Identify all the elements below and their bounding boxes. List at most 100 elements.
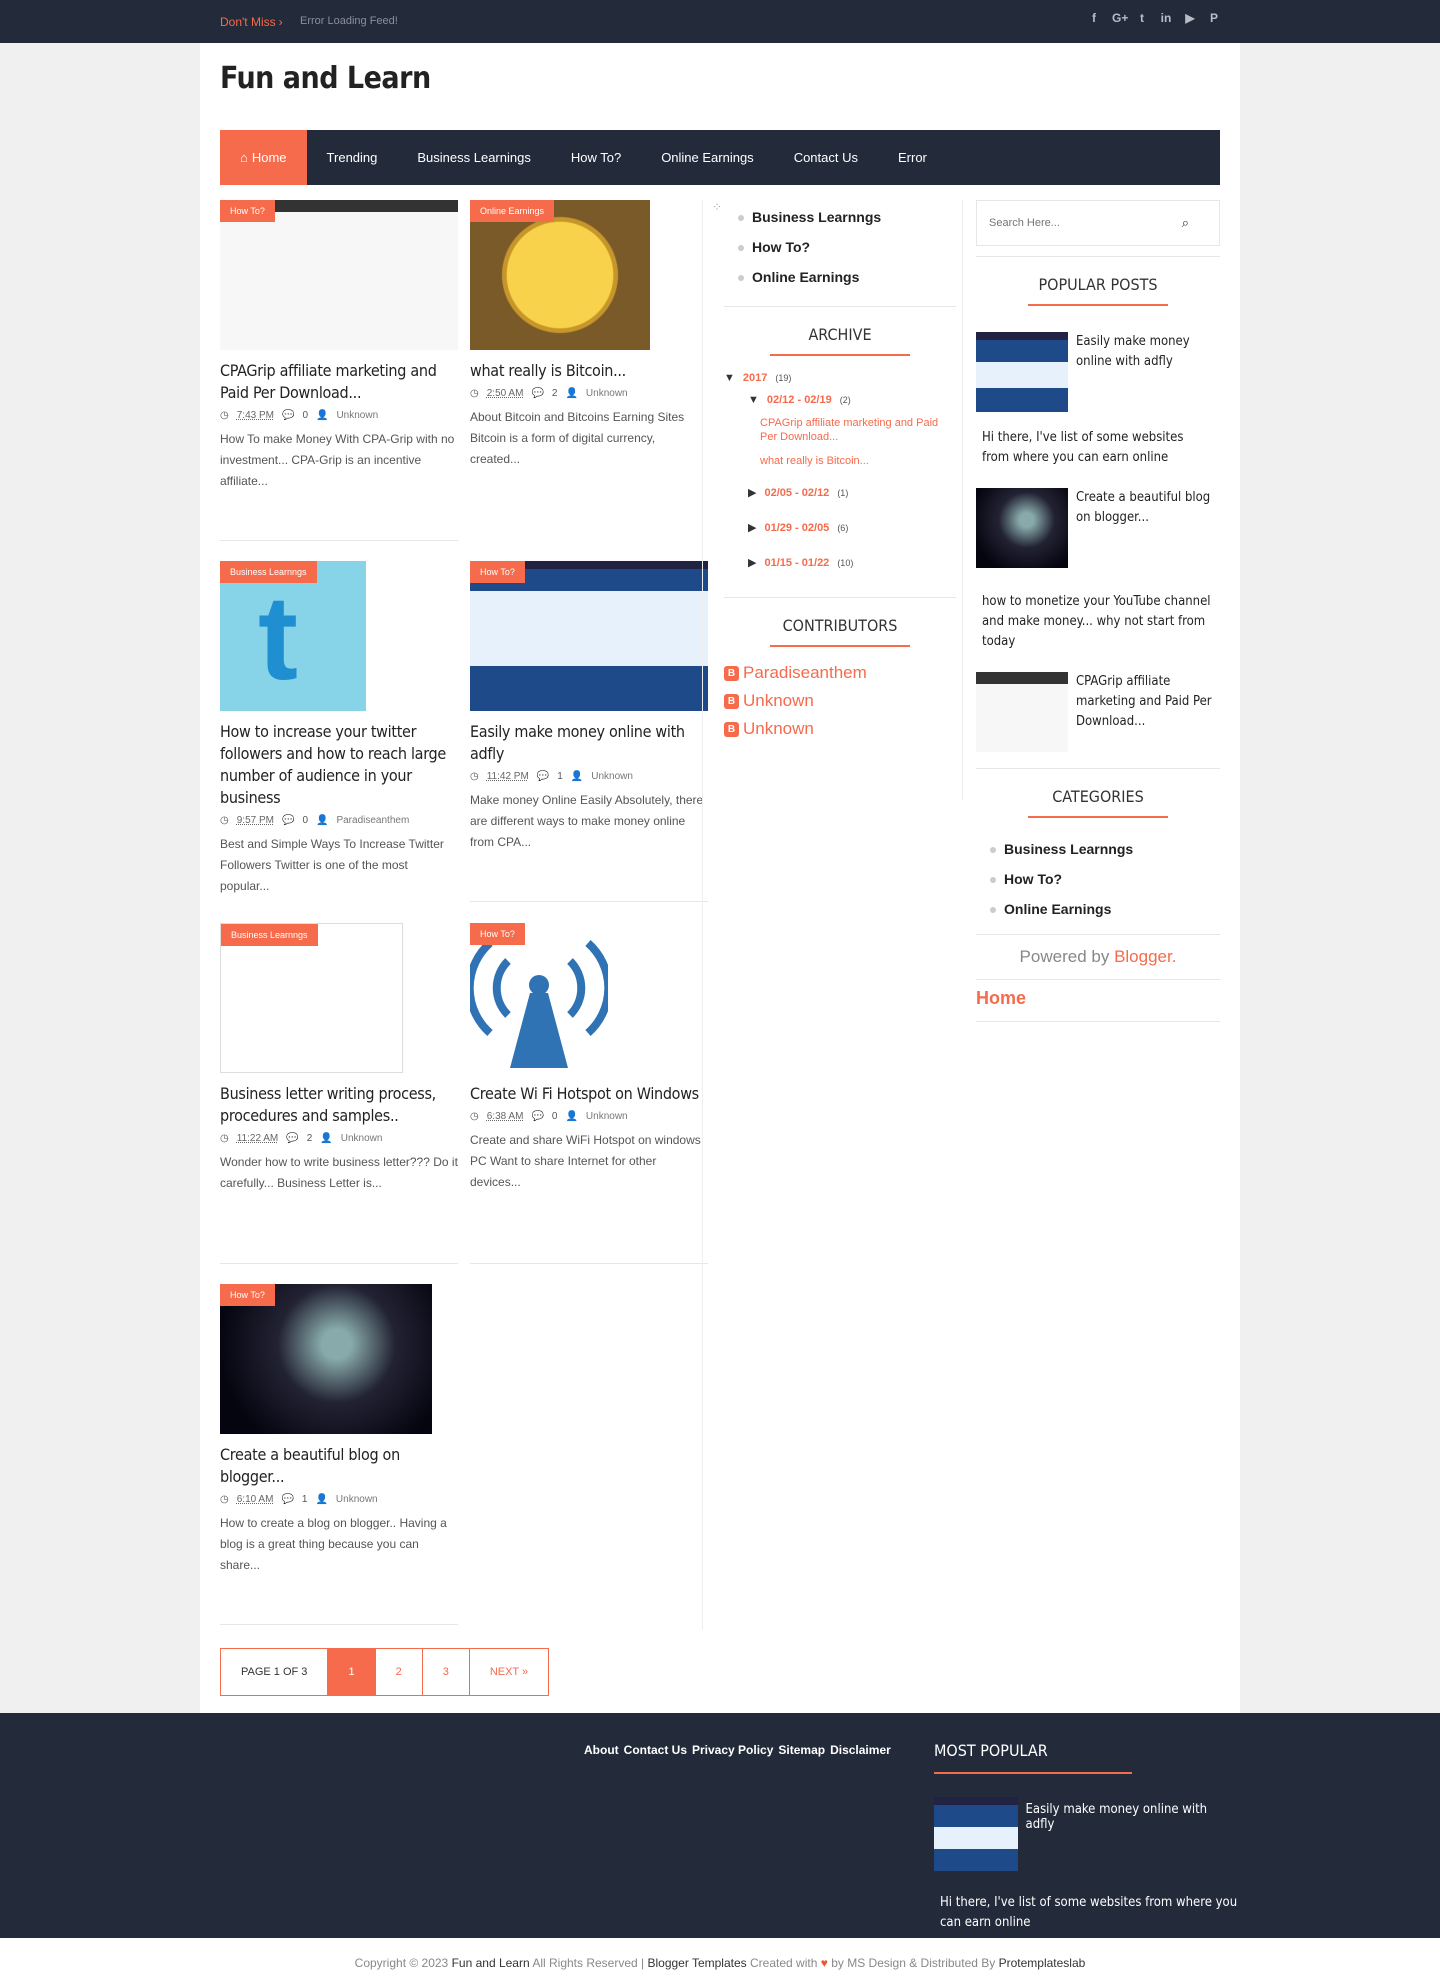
post-thumbnail[interactable]: How To? How To? <box>470 923 608 1073</box>
popular-post-title[interactable]: Create a beautiful blog on blogger... <box>1076 488 1220 568</box>
nav-business-learnings[interactable]: Business Learnings <box>397 130 550 185</box>
post-time[interactable]: 6:38 AM <box>487 1111 524 1122</box>
post-title[interactable]: How to increase your twitter followers a… <box>220 721 458 809</box>
caret-down-icon[interactable]: ▼ <box>724 372 735 384</box>
post-label[interactable]: How To? <box>470 561 525 583</box>
post-thumbnail[interactable]: How To? <box>470 561 708 711</box>
home-link[interactable]: Home <box>976 988 1220 1009</box>
page-2-button[interactable]: 2 <box>376 1649 423 1695</box>
post-time[interactable]: 7:43 PM <box>237 410 274 421</box>
post-label[interactable]: How To? <box>220 200 275 222</box>
popular-post-item[interactable]: Create a beautiful blog on blogger... <box>976 488 1220 568</box>
popular-post-item[interactable]: Easily make money online with adfly <box>976 332 1220 412</box>
popular-post-title[interactable]: how to monetize your YouTube channel and… <box>982 592 1214 652</box>
post-thumbnail[interactable]: How To? <box>220 200 458 350</box>
most-popular-item-title[interactable]: Easily make money online with adfly <box>1026 1802 1220 1871</box>
popular-post-title[interactable]: Easily make money online with adfly <box>1076 332 1220 412</box>
facebook-icon[interactable]: f <box>1088 11 1100 25</box>
nav-contact-us[interactable]: Contact Us <box>774 130 878 185</box>
post-author[interactable]: Unknown <box>586 388 628 399</box>
caret-right-icon[interactable]: ▶ <box>748 556 756 569</box>
post-thumbnail[interactable]: Online Earnings <box>470 200 650 350</box>
protemplateslab-link[interactable]: Protemplateslab <box>999 1956 1086 1970</box>
most-popular-item-title[interactable]: Hi there, I've list of some websites fro… <box>940 1893 1250 1933</box>
twitter-icon[interactable]: t <box>1136 11 1148 25</box>
archive-post-link[interactable]: CPAGrip affiliate marketing and Paid Per… <box>760 416 950 444</box>
blogger-link[interactable]: Blogger. <box>1114 947 1176 966</box>
post-title[interactable]: Create a beautiful blog on blogger... <box>220 1444 458 1488</box>
post-author[interactable]: Unknown <box>586 1111 628 1122</box>
contributor-item[interactable]: B Unknown <box>724 691 956 711</box>
popular-post-item[interactable]: CPAGrip affiliate marketing and Paid Per… <box>976 672 1220 752</box>
post-time[interactable]: 11:42 PM <box>487 771 529 782</box>
post-label[interactable]: Online Earnings <box>470 200 555 222</box>
post-author[interactable]: Unknown <box>341 1133 383 1144</box>
blogger-templates-link[interactable]: Blogger Templates <box>647 1956 746 1970</box>
archive-post-link[interactable]: what really is Bitcoin... <box>760 454 956 468</box>
footer-link-contact[interactable]: Contact Us <box>624 1743 687 1757</box>
linkedin-icon[interactable]: in <box>1160 11 1172 25</box>
archive-week-row[interactable]: ▶ 02/05 - 02/12 (1) <box>748 486 956 500</box>
post-title[interactable]: Business letter writing process, procedu… <box>220 1083 458 1127</box>
most-popular-thumbnail[interactable] <box>934 1797 1018 1871</box>
post-author[interactable]: Unknown <box>336 1494 378 1505</box>
nav-home[interactable]: ⌂ Home <box>220 130 307 185</box>
contributor-item[interactable]: B Unknown <box>724 719 956 739</box>
nav-trending[interactable]: Trending <box>307 130 398 185</box>
youtube-icon[interactable]: ▶ <box>1184 11 1196 25</box>
category-item[interactable]: Online Earnings <box>976 894 1220 924</box>
post-label[interactable]: Business Learnngs <box>221 924 318 946</box>
archive-week[interactable]: 01/15 - 01/22 <box>764 557 829 569</box>
page-3-button[interactable]: 3 <box>423 1649 470 1695</box>
page-1-button[interactable]: 1 <box>328 1649 376 1695</box>
nav-how-to[interactable]: How To? <box>551 130 641 185</box>
post-author[interactable]: Unknown <box>591 771 633 782</box>
category-item[interactable]: How To? <box>976 864 1220 894</box>
footer-link-privacy[interactable]: Privacy Policy <box>692 1743 773 1757</box>
nav-error[interactable]: Error <box>878 130 947 185</box>
caret-right-icon[interactable]: ▶ <box>748 486 756 499</box>
archive-week[interactable]: 02/05 - 02/12 <box>764 487 829 499</box>
popular-post-thumbnail[interactable] <box>976 332 1068 412</box>
post-author[interactable]: Paradiseanthem <box>336 815 409 826</box>
footer-link-sitemap[interactable]: Sitemap <box>778 1743 825 1757</box>
search-input[interactable] <box>977 201 1157 245</box>
post-title[interactable]: Create Wi Fi Hotspot on Windows <box>470 1083 708 1105</box>
nav-online-earnings[interactable]: Online Earnings <box>641 130 774 185</box>
post-label[interactable]: How To? <box>470 923 525 945</box>
archive-year-row[interactable]: ▼ 2017 (19) <box>724 372 956 384</box>
post-thumbnail[interactable]: How To? <box>220 1284 432 1434</box>
popular-post-thumbnail[interactable] <box>976 488 1068 568</box>
post-time[interactable]: 6:10 AM <box>237 1494 274 1505</box>
post-title[interactable]: Easily make money online with adfly <box>470 721 708 765</box>
post-time[interactable]: 11:22 AM <box>237 1133 279 1144</box>
search-icon[interactable]: ⌕ <box>1182 215 1189 231</box>
label-item[interactable]: Online Earnings <box>724 262 956 292</box>
category-item[interactable]: Business Learnngs <box>976 834 1220 864</box>
contributor-item[interactable]: B Paradiseanthem <box>724 663 956 683</box>
archive-week-row[interactable]: ▶ 01/29 - 02/05 (6) <box>748 521 956 535</box>
footer-link-about[interactable]: About <box>584 1743 619 1757</box>
site-title[interactable]: Fun and Learn <box>220 61 431 96</box>
label-item[interactable]: Business Learnngs <box>724 202 956 232</box>
most-popular-item[interactable]: Easily make money online with adfly <box>934 1797 1220 1871</box>
post-label[interactable]: How To? <box>220 1284 275 1306</box>
post-thumbnail[interactable]: Business Learnngs <box>220 923 403 1073</box>
popular-post-title[interactable]: CPAGrip affiliate marketing and Paid Per… <box>1076 672 1220 752</box>
popular-post-title[interactable]: Hi there, I've list of some websites fro… <box>982 428 1214 468</box>
post-author[interactable]: Unknown <box>336 410 378 421</box>
post-title[interactable]: CPAGrip affiliate marketing and Paid Per… <box>220 360 458 404</box>
caret-right-icon[interactable]: ▶ <box>748 521 756 534</box>
archive-year[interactable]: 2017 <box>743 372 767 384</box>
post-title[interactable]: what really is Bitcoin... <box>470 360 708 382</box>
copyright-site-link[interactable]: Fun and Learn <box>452 1956 530 1970</box>
footer-link-disclaimer[interactable]: Disclaimer <box>830 1743 891 1757</box>
archive-week[interactable]: 02/12 - 02/19 <box>767 394 832 406</box>
google-plus-icon[interactable]: G+ <box>1112 11 1128 25</box>
post-thumbnail[interactable]: Business Learnngs t <box>220 561 366 711</box>
post-time[interactable]: 2:50 AM <box>487 388 524 399</box>
label-item[interactable]: How To? <box>724 232 956 262</box>
next-page-button[interactable]: NEXT » <box>470 1649 548 1695</box>
popular-post-thumbnail[interactable] <box>976 672 1068 752</box>
archive-week-row[interactable]: ▼ 02/12 - 02/19 (2) <box>748 394 956 406</box>
